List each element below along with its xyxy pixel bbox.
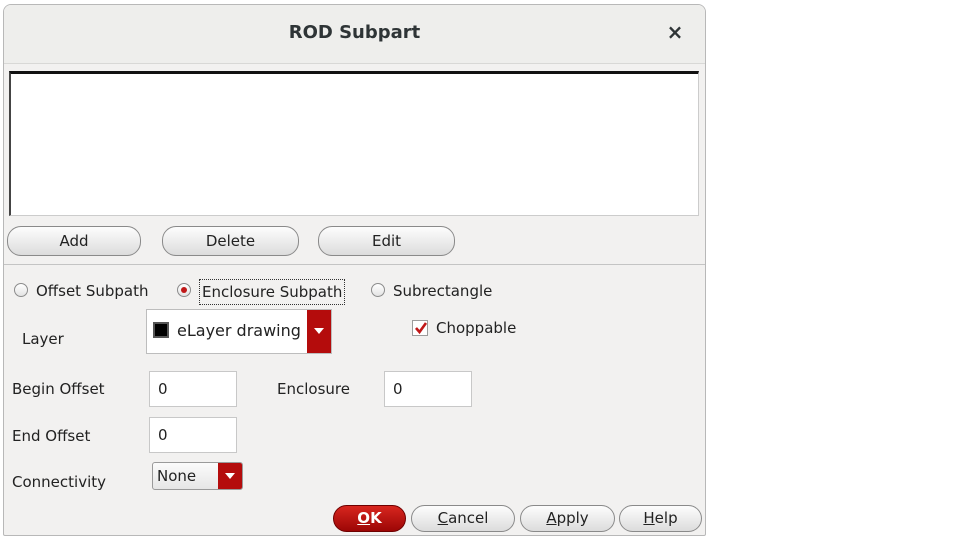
dropdown-arrow-icon[interactable] <box>218 463 242 489</box>
choppable-checkbox[interactable] <box>412 320 428 336</box>
end-offset-input[interactable] <box>149 417 237 453</box>
enclosure-input[interactable] <box>384 371 472 407</box>
apply-button[interactable]: Apply <box>520 505 615 532</box>
radio-label: Subrectangle <box>393 282 493 300</box>
end-offset-label: End Offset <box>12 427 91 445</box>
apply-label-rest: pply <box>556 509 589 527</box>
subpart-list[interactable] <box>9 71 699 216</box>
cancel-button[interactable]: Cancel <box>411 505 515 532</box>
help-mnemonic: H <box>643 509 655 527</box>
title-bar[interactable]: ROD Subpart × <box>4 5 705 64</box>
dropdown-arrow-icon[interactable] <box>307 310 331 353</box>
radio-label: Enclosure Subpath <box>199 279 346 305</box>
layer-value: eLayer drawing <box>177 321 301 340</box>
begin-offset-input[interactable] <box>149 371 237 407</box>
radio-circle-selected[interactable] <box>177 283 191 297</box>
ok-button[interactable]: OK <box>333 505 406 532</box>
checkmark-icon <box>415 322 428 335</box>
close-icon[interactable]: × <box>663 19 687 45</box>
cancel-label-rest: ancel <box>448 509 489 527</box>
cancel-mnemonic: C <box>437 509 449 527</box>
add-button[interactable]: Add <box>7 226 141 256</box>
help-button[interactable]: Help <box>619 505 702 532</box>
divider <box>4 264 705 265</box>
layer-combo[interactable]: eLayer drawing <box>146 309 332 354</box>
choppable-label: Choppable <box>436 319 517 337</box>
ok-label-rest: K <box>370 509 382 527</box>
enclosure-label: Enclosure <box>277 380 350 398</box>
apply-mnemonic: A <box>546 509 557 527</box>
ok-mnemonic: O <box>357 509 371 527</box>
edit-button[interactable]: Edit <box>318 226 455 256</box>
help-label-rest: elp <box>654 509 678 527</box>
radio-circle[interactable] <box>371 283 385 297</box>
dialog-title: ROD Subpart <box>288 22 421 43</box>
radio-label: Offset Subpath <box>36 282 149 300</box>
layer-color-swatch <box>153 322 169 338</box>
rod-subpart-dialog: ROD Subpart × Add Delete Edit Offset Sub… <box>3 4 706 536</box>
radio-circle[interactable] <box>14 283 28 297</box>
connectivity-value: None <box>157 467 197 485</box>
begin-offset-label: Begin Offset <box>12 380 105 398</box>
layer-label: Layer <box>22 330 64 348</box>
connectivity-select[interactable]: None <box>152 462 243 490</box>
delete-button[interactable]: Delete <box>162 226 299 256</box>
connectivity-label: Connectivity <box>12 473 106 491</box>
